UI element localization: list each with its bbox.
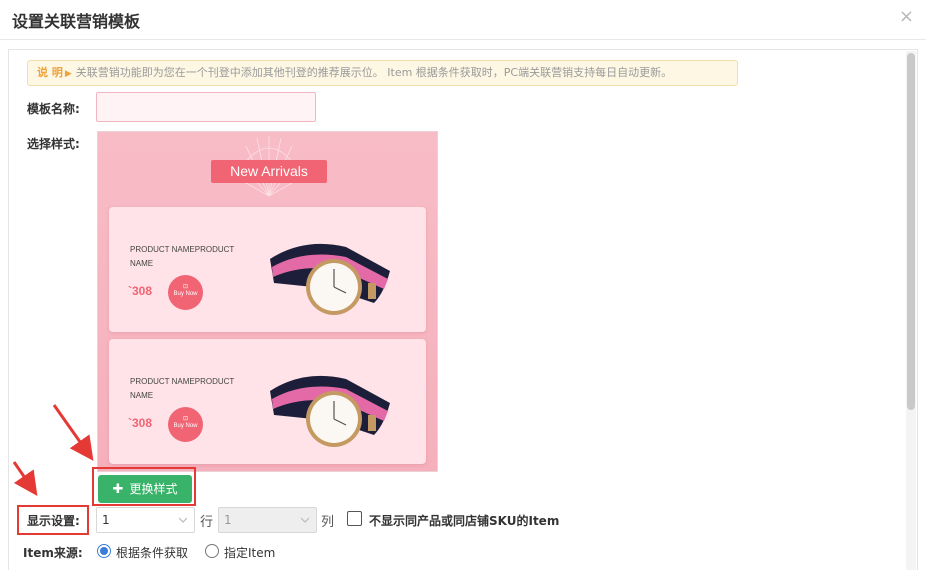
watch-image	[270, 243, 390, 315]
notice-text: 关联营销功能即为您在一个刊登中添加其他刊登的推荐展示位。 Item 根据条件获取…	[75, 66, 673, 79]
item-source-radio-specified[interactable]	[205, 544, 219, 558]
notice-banner: 说 明 ▶ 关联营销功能即为您在一个刊登中添加其他刊登的推荐展示位。 Item 根据…	[27, 60, 738, 86]
vertical-scrollbar[interactable]	[906, 51, 916, 570]
product-price: `308	[128, 284, 153, 298]
buy-now-button: ⊡ Buy Now	[168, 407, 203, 442]
highlight-box-display-settings	[17, 505, 89, 535]
watch-image	[270, 375, 390, 447]
buy-now-label: Buy Now	[173, 423, 198, 430]
template-name-input[interactable]	[96, 92, 316, 122]
cols-select-value: 1	[224, 513, 232, 527]
rows-select-value: 1	[102, 513, 110, 527]
dialog-title: 设置关联营销模板	[12, 12, 141, 31]
notice-label: 说 明	[37, 66, 63, 79]
template-name-label: 模板名称:	[27, 102, 80, 116]
product-card: PRODUCT NAMEPRODUCT NAME `308 ⊡ Buy Now	[109, 207, 426, 332]
product-card: PRODUCT NAMEPRODUCT NAME `308 ⊡ Buy Now	[109, 339, 426, 464]
template-preview: New Arrivals PRODUCT NAMEPRODUCT NAME `3…	[97, 131, 438, 472]
select-style-label: 选择样式:	[27, 137, 80, 151]
product-name: PRODUCT NAMEPRODUCT NAME	[130, 377, 235, 400]
item-source-option-specified: 指定Item	[224, 546, 276, 560]
chevron-down-icon	[179, 517, 187, 523]
dialog-body: 说 明 ▶ 关联营销功能即为您在一个刊登中添加其他刊登的推荐展示位。 Item 根据…	[8, 49, 918, 570]
close-icon[interactable]: ×	[899, 7, 914, 27]
cols-unit: 列	[321, 515, 335, 530]
chevron-down-icon	[301, 517, 309, 523]
cols-select: 1	[218, 507, 317, 533]
rows-select[interactable]: 1	[96, 507, 195, 533]
preview-banner: New Arrivals	[211, 160, 327, 183]
scrollbar-thumb[interactable]	[907, 53, 915, 410]
product-name: PRODUCT NAMEPRODUCT NAME	[130, 245, 235, 268]
dialog-header: 设置关联营销模板 ×	[0, 0, 926, 40]
product-price: `308	[128, 416, 153, 430]
cart-icon: ⊡	[182, 416, 189, 422]
buy-now-button: ⊡ Buy Now	[168, 275, 203, 310]
rows-unit: 行	[200, 515, 214, 530]
highlight-box-change-style	[92, 467, 196, 506]
item-source-label: Item来源:	[23, 546, 83, 560]
item-source-option-conditions: 根据条件获取	[116, 546, 189, 560]
notice-arrow-icon: ▶	[64, 69, 72, 79]
cart-icon: ⊡	[182, 284, 189, 290]
item-source-radio-conditions[interactable]	[97, 544, 111, 558]
hide-same-sku-label: 不显示同产品或同店铺SKU的Item	[369, 514, 560, 528]
hide-same-sku-checkbox[interactable]	[347, 511, 362, 526]
buy-now-label: Buy Now	[173, 291, 198, 298]
